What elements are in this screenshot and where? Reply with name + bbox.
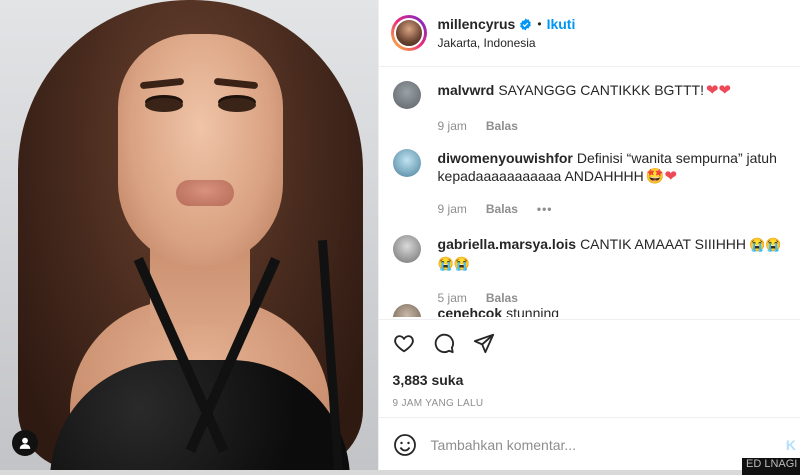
- comment-text: SAYANGGG CANTIKKK BGTTT!: [498, 82, 704, 98]
- commenter-avatar[interactable]: [392, 81, 421, 109]
- background-page-strip: [0, 470, 800, 475]
- post-side-panel: millencyrus • Ikuti Jakarta, Indonesia m…: [377, 0, 800, 471]
- reply-button[interactable]: Balas: [486, 117, 518, 135]
- commenter-avatar[interactable]: [392, 149, 421, 177]
- author-avatar[interactable]: [390, 15, 427, 51]
- post-comment-button[interactable]: K: [786, 437, 796, 453]
- comment-username[interactable]: malvwrd: [438, 82, 495, 98]
- comment-bubble-icon[interactable]: [433, 332, 455, 354]
- emoji-smiley-icon[interactable]: [393, 433, 417, 457]
- post-actions: 3,883 suka 9 JAM YANG LALU: [378, 319, 800, 409]
- comment-text: stunning: [506, 305, 560, 317]
- post-photo: [0, 0, 378, 470]
- header-separator: •: [537, 17, 542, 31]
- commenter-avatar[interactable]: [392, 304, 421, 317]
- comment-username[interactable]: cenehcok: [438, 305, 503, 317]
- user-icon: [19, 437, 31, 449]
- comment-username[interactable]: diwomenyouwishfor: [438, 150, 573, 166]
- more-options-icon[interactable]: •••: [537, 200, 553, 218]
- post-header: millencyrus • Ikuti Jakarta, Indonesia: [378, 0, 800, 67]
- like-count[interactable]: 3,883 suka: [393, 372, 786, 388]
- post-modal: millencyrus • Ikuti Jakarta, Indonesia m…: [0, 0, 800, 470]
- comment-item: diwomenyouwishfor Definisi “wanita sempur…: [392, 149, 790, 218]
- post-timestamp: 9 JAM YANG LALU: [392, 398, 484, 409]
- comment-time[interactable]: 9 jam: [438, 200, 467, 218]
- comment-time[interactable]: 9 jam: [438, 117, 467, 135]
- reply-button[interactable]: Balas: [486, 200, 518, 218]
- like-heart-icon[interactable]: [393, 332, 415, 354]
- photo-face: [118, 34, 283, 266]
- emoji-heart: 🤩❤: [645, 168, 678, 185]
- add-comment-bar: Tambahkan komentar... K: [378, 417, 800, 471]
- tagged-users-button[interactable]: [12, 430, 38, 456]
- heart-emoji: ❤❤: [705, 82, 732, 99]
- share-paper-plane-icon[interactable]: [473, 332, 495, 354]
- author-username[interactable]: millencyrus: [438, 16, 516, 32]
- verified-badge-icon: [520, 18, 532, 30]
- comment-item: cenehcok stunning: [392, 304, 790, 317]
- comments-list[interactable]: malvwrd SAYANGGG CANTIKKK BGTTT! ❤❤ 9 jam …: [379, 67, 800, 317]
- comment-text: CANTIK AMAAAT SIIIHHH: [580, 236, 747, 252]
- comment-username[interactable]: gabriella.marsya.lois: [438, 236, 577, 252]
- post-location[interactable]: Jakarta, Indonesia: [438, 36, 576, 50]
- comment-input[interactable]: Tambahkan komentar...: [431, 437, 577, 453]
- commenter-avatar[interactable]: [392, 235, 421, 263]
- comment-item: malvwrd SAYANGGG CANTIKKK BGTTT! ❤❤ 9 jam …: [392, 81, 790, 135]
- comment-item: gabriella.marsya.lois CANTIK AMAAAT SIIIH…: [392, 235, 790, 307]
- follow-button[interactable]: Ikuti: [547, 16, 576, 32]
- background-page-text: ED LNAGI: [742, 458, 800, 475]
